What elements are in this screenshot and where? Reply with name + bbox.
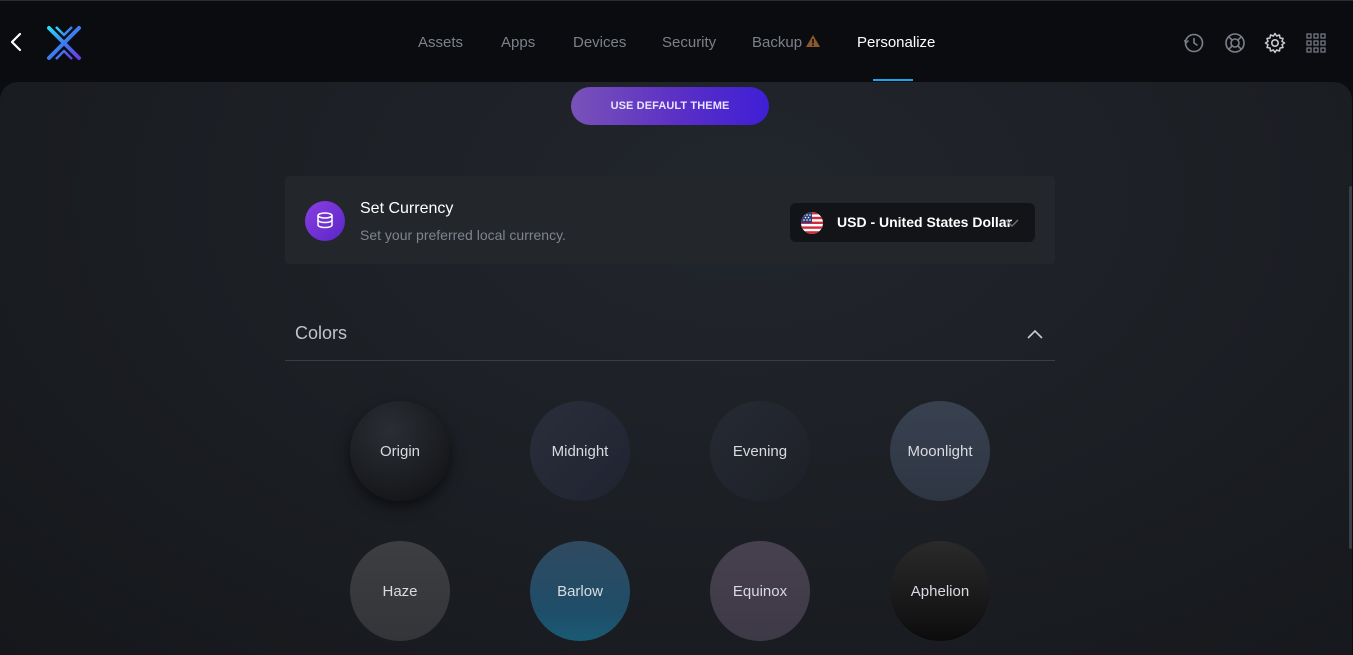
color-swatch-evening[interactable]: Evening bbox=[710, 401, 810, 501]
nav-tab-devices[interactable]: Devices bbox=[573, 34, 626, 51]
scrollbar-thumb[interactable] bbox=[1349, 186, 1352, 549]
nav-tab-backup-label: Backup bbox=[752, 34, 803, 51]
colors-section-header[interactable]: Colors bbox=[285, 314, 1055, 361]
history-icon[interactable] bbox=[1182, 31, 1206, 55]
top-bar: Assets Apps Devices Security Backup Pers… bbox=[0, 0, 1353, 82]
color-swatch-midnight[interactable]: Midnight bbox=[530, 401, 630, 501]
nav-tab-assets[interactable]: Assets bbox=[418, 34, 463, 51]
color-swatch-barlow[interactable]: Barlow bbox=[530, 541, 630, 641]
color-swatch-moonlight[interactable]: Moonlight bbox=[890, 401, 990, 501]
help-lifebuoy-icon[interactable] bbox=[1223, 31, 1247, 55]
color-swatch-haze[interactable]: Haze bbox=[350, 541, 450, 641]
active-tab-indicator bbox=[873, 79, 913, 81]
currency-dropdown[interactable]: USD - United States Dollar bbox=[790, 203, 1035, 242]
nav-tab-personalize[interactable]: Personalize bbox=[857, 34, 935, 51]
coin-stack-icon bbox=[305, 201, 345, 241]
nav-tab-security[interactable]: Security bbox=[662, 34, 716, 51]
use-default-theme-button[interactable]: USE DEFAULT THEME bbox=[571, 87, 769, 125]
color-swatch-origin[interactable]: Origin bbox=[350, 401, 450, 501]
personalize-panel: USE DEFAULT THEME Set Currency Set your … bbox=[0, 82, 1352, 655]
exodus-logo-icon[interactable] bbox=[44, 23, 84, 63]
set-currency-subtitle: Set your preferred local currency. bbox=[360, 227, 566, 243]
back-arrow-icon[interactable] bbox=[6, 30, 26, 54]
nav-tab-apps[interactable]: Apps bbox=[501, 34, 535, 51]
color-swatch-aphelion[interactable]: Aphelion bbox=[890, 541, 990, 641]
set-currency-title: Set Currency bbox=[360, 200, 454, 217]
colors-section-title: Colors bbox=[295, 323, 348, 343]
warning-icon bbox=[805, 34, 821, 52]
color-swatch-equinox[interactable]: Equinox bbox=[710, 541, 810, 641]
chevron-down-icon bbox=[1004, 215, 1020, 231]
chevron-up-icon[interactable] bbox=[1025, 324, 1045, 344]
selected-currency-value: USD - United States Dollar bbox=[837, 214, 1013, 230]
us-flag-icon bbox=[801, 212, 823, 234]
settings-gear-icon[interactable] bbox=[1263, 31, 1287, 55]
apps-grid-icon[interactable] bbox=[1304, 31, 1328, 55]
currency-card: Set Currency Set your preferred local cu… bbox=[285, 176, 1055, 264]
nav-tab-backup[interactable]: Backup bbox=[752, 34, 821, 52]
